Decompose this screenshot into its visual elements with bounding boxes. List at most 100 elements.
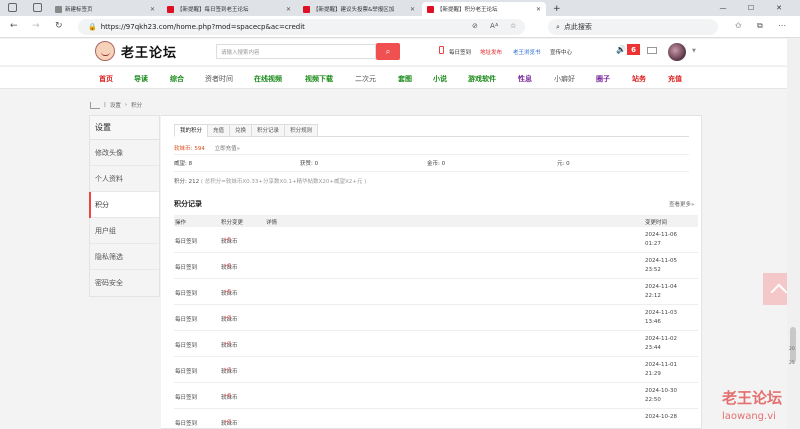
nav-item-home[interactable]: 首页 (99, 74, 113, 84)
main-nav: 首页 导读 综合 资者时间 在线视频 视频下载 二次元 套图 小说 游戏软件 性… (0, 66, 787, 89)
close-icon[interactable]: ✕ (150, 6, 155, 13)
workspaces-icon[interactable] (8, 3, 17, 12)
mail-icon[interactable] (647, 47, 657, 54)
table-row: 每日签到 软妹币 +3 2024-11-01 21:29 (174, 358, 698, 383)
lock-icon: 🔒 (88, 23, 97, 31)
nav-item-circle[interactable]: 圈子 (596, 74, 610, 84)
minimize-icon[interactable]: — (712, 0, 734, 16)
sidebar-item-profile[interactable]: 个人资料 (90, 166, 159, 192)
notification-badge[interactable]: 6 (627, 44, 640, 55)
app-link[interactable]: 老王浏览书 (513, 48, 541, 56)
new-tab-button[interactable]: + (548, 2, 562, 16)
new-tab-icon (55, 5, 62, 13)
avatar[interactable] (668, 43, 686, 61)
tab-exchange[interactable]: 兑换 (229, 124, 253, 137)
records-title: 积分记录 (174, 200, 202, 208)
maximize-icon[interactable]: ☐ (740, 0, 762, 16)
site-search-input[interactable]: 请输入搜索内容 (216, 44, 376, 59)
refresh-icon[interactable]: ↻ (55, 21, 63, 31)
breadcrumb: | 设置 › 积分 (90, 101, 142, 109)
sidebar-item-password[interactable]: 密码安全 (90, 270, 159, 296)
credits-tabs: 我的积分 充值 兑换 积分记录 积分规则 (174, 124, 689, 137)
checkin-link[interactable]: 每日签到 (449, 48, 471, 56)
nav-item-time[interactable]: 资者时间 (205, 74, 233, 84)
collections-icon[interactable]: ⧉ (757, 21, 763, 31)
divider (174, 154, 689, 155)
stat-yuan: 元: 0 (557, 161, 570, 167)
page-scrollbar[interactable]: 20 25 (787, 39, 800, 429)
nav-item-anime[interactable]: 二次元 (355, 74, 376, 84)
browser-tab-3[interactable]: 【新提醒】积分老王论坛 ✕ (422, 2, 546, 16)
watermark-text: 老王论坛 (722, 389, 783, 407)
nav-item-station[interactable]: 站务 (632, 74, 646, 84)
close-icon[interactable]: ✕ (536, 6, 541, 13)
nav-item-info[interactable]: 性息 (518, 74, 532, 84)
sidebar-item-credits[interactable]: 积分 (89, 192, 159, 218)
nav-item-photos[interactable]: 套图 (398, 74, 412, 84)
chevron-down-icon[interactable]: ▼ (692, 48, 696, 54)
settings-sidebar: 设置 修改头像 个人资料 积分 用户组 隐私筛选 密码安全 (89, 115, 160, 297)
web-page: 老王论坛 请输入搜索内容 ⌕ 每日签到 地址发布 老王浏览书 宣传中心 🔊 6 … (0, 39, 795, 429)
speaker-icon[interactable]: 🔊 (616, 45, 626, 54)
table-row: 每日签到 软妹币 +5 2024-11-06 01:27 (174, 228, 698, 253)
message-center-link[interactable]: 宣传中心 (550, 48, 572, 56)
nav-item-online-video[interactable]: 在线视频 (254, 74, 282, 84)
back-icon[interactable]: ← (10, 21, 18, 31)
recharge-link[interactable]: 立即充值» (215, 146, 240, 152)
favorite-star-icon[interactable]: ☆ (510, 22, 516, 30)
close-icon[interactable]: ✕ (410, 6, 415, 13)
browser-search-box[interactable]: ⌕ 点此搜索 (548, 19, 718, 35)
view-more-link[interactable]: 查看更多» (669, 200, 694, 208)
more-menu-icon[interactable]: ⋯ (778, 21, 786, 30)
tab-actions-icon[interactable] (33, 3, 42, 12)
table-header: 操作 积分变更 详情 变更时间 (174, 215, 698, 227)
nav-item-general[interactable]: 综合 (170, 74, 184, 84)
site-search-button[interactable]: ⌕ (376, 43, 400, 60)
favorites-icon[interactable]: ✩ (735, 21, 742, 30)
phone-icon (439, 46, 444, 54)
breadcrumb-item-settings[interactable]: 设置 (110, 101, 121, 109)
forward-icon[interactable]: → (32, 21, 40, 31)
site-favicon-icon (167, 5, 174, 13)
read-aloud-icon[interactable]: Aᐞ (490, 22, 499, 30)
sidebar-item-privacy[interactable]: 隐私筛选 (90, 244, 159, 270)
nav-item-video-download[interactable]: 视频下载 (305, 74, 333, 84)
tab-my-credits[interactable]: 我的积分 (174, 124, 209, 137)
credits-panel: 我的积分 充值 兑换 积分记录 积分规则 软妹币: 594 立即充值» 威望: 8… (161, 115, 702, 429)
url-text: https://97qkh23.com/home.php?mod=spacecp… (100, 23, 305, 31)
search-icon: ⌕ (385, 46, 391, 56)
close-icon[interactable]: ✕ (286, 6, 291, 13)
window-close-icon[interactable]: ✕ (768, 0, 790, 16)
credits-formula: 积分: 212 ( 总积分=软妹币X0.33+分享数X0.1+精华帖数X20+威… (174, 179, 367, 185)
site-logo-text[interactable]: 老王论坛 (121, 42, 177, 61)
table-row: 每日签到 软妹币 +3 2024-11-03 13:46 (174, 306, 698, 331)
browser-tab-bar: 新建标签页 ✕ 【新提醒】每日签到老王论坛 ✕ 【新提醒】建议头投票&举报区加 … (0, 0, 800, 16)
logo-face-icon[interactable] (95, 41, 115, 61)
tab-credit-log[interactable]: 积分记录 (251, 124, 286, 137)
watermark-url: laowang.vi (722, 411, 776, 422)
address-bar[interactable]: 🔒 https://97qkh23.com/home.php?mod=space… (78, 19, 525, 35)
softcoin-balance: 软妹币: 594 立即充值» (174, 146, 240, 152)
nav-item-hobby[interactable]: 小癖好 (554, 74, 575, 84)
sidebar-item-avatar[interactable]: 修改头像 (90, 140, 159, 166)
nav-item-novels[interactable]: 小说 (433, 74, 447, 84)
browser-tab-1[interactable]: 【新提醒】每日签到老王论坛 ✕ (162, 2, 296, 16)
breadcrumb-item-credits[interactable]: 积分 (131, 101, 142, 109)
browser-toolbar: ← → ↻ 🔒 https://97qkh23.com/home.php?mod… (0, 16, 800, 38)
block-icon[interactable]: ⊘ (472, 22, 478, 30)
tab-credit-rules[interactable]: 积分规则 (284, 124, 319, 137)
nav-item-games[interactable]: 游戏软件 (468, 74, 496, 84)
stat-prestige: 威望: 8 (174, 161, 193, 167)
browser-tab-2[interactable]: 【新提醒】建议头投票&举报区加 ✕ (298, 2, 420, 16)
address-link[interactable]: 地址发布 (480, 48, 502, 56)
softcoin-value: 594 (194, 146, 205, 152)
sidebar-item-usergroup[interactable]: 用户组 (90, 218, 159, 244)
chevron-up-icon (770, 283, 788, 301)
browser-tab-0[interactable]: 新建标签页 ✕ (50, 2, 160, 16)
nav-item-guide[interactable]: 导读 (134, 74, 148, 84)
home-icon[interactable] (90, 101, 100, 109)
stat-likes: 获赞: 0 (300, 161, 319, 167)
tab-recharge[interactable]: 充值 (207, 124, 231, 137)
scrollbar-thumb[interactable] (790, 327, 796, 363)
nav-item-recharge[interactable]: 充值 (668, 74, 682, 84)
